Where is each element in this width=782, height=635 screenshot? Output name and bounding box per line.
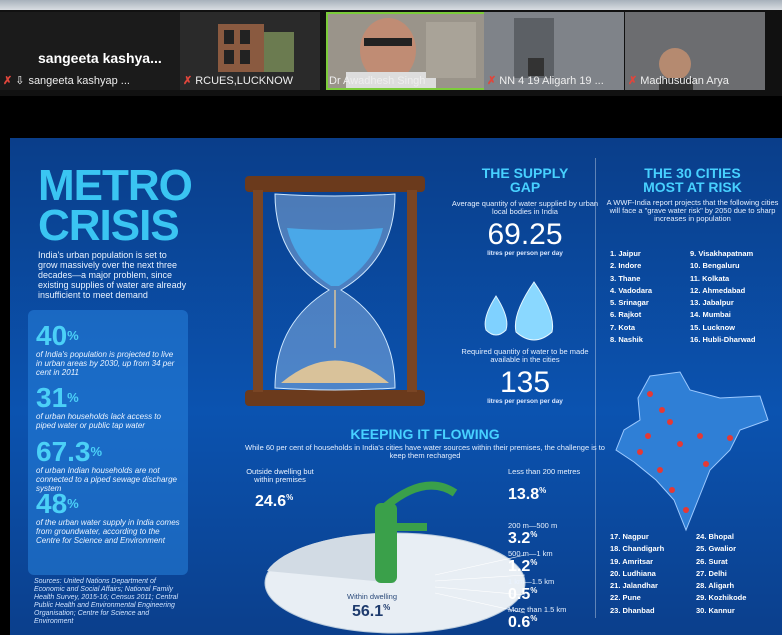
participant-name-label: Dr Awadhesh Singh <box>329 75 426 87</box>
distance-label: More than 1.5 km <box>508 605 567 614</box>
water-drops-icon <box>484 281 554 341</box>
muted-mic-icon: ✗ <box>3 75 13 87</box>
stats-panel: 40% of India's population is projected t… <box>28 310 188 575</box>
within-dwelling-value: 56.1% <box>352 603 391 620</box>
distance-value: 0.5% <box>508 586 538 603</box>
screen-share-gap <box>0 96 782 138</box>
distance-label: 1 km—1.5 km <box>508 577 555 586</box>
outside-dwelling-value: 24.6% <box>255 493 294 510</box>
required-quantity: Required quantity of water to be made av… <box>461 347 589 406</box>
cities-at-risk-section: THE 30 CITIES MOST AT RISK A WWF-India r… <box>606 165 779 223</box>
metro-crisis-column: METRO CRISIS India's urban population is… <box>10 138 193 635</box>
muted-mic-icon: ✗ <box>183 75 193 87</box>
stat-item: 40% of India's population is projected t… <box>36 320 175 378</box>
participant-tile-5[interactable]: ✗ Madhusudan Arya <box>625 12 765 90</box>
participant-name-label: ✗ NN 4 19 Aligarh 19 ... <box>487 75 604 87</box>
participant-tile-4[interactable]: ✗ NN 4 19 Aligarh 19 ... <box>484 12 624 90</box>
stat-item: 67.3% of urban Indian households are not… <box>36 436 177 494</box>
distance-value: 0.6% <box>508 614 538 631</box>
india-map <box>615 371 769 532</box>
slide-title: METRO CRISIS <box>38 161 193 250</box>
outside-dwelling-label: Outside dwelling but within premises <box>246 467 314 484</box>
distance-value: 1.2% <box>508 558 538 575</box>
city-list-b: 9. Visakhapatnam 10. Bengaluru 11. Kolkata… <box>690 249 756 345</box>
city-list-a: 1. Jaipur 2. Indore 3. Thane 4. Vadodara 5. … <box>610 249 653 345</box>
city-list-c: 17. Nagpur 18. Chandigarh 19. Amritsar 20. … <box>610 532 665 615</box>
supply-gap-section: THE SUPPLY GAP Average quantity of water… <box>451 165 599 257</box>
participant-name-label: ✗ ⇩ sangeeta kashyap ... <box>3 75 130 87</box>
distance-label: Less than 200 metres <box>508 467 581 476</box>
hourglass-illustration <box>245 176 425 406</box>
pin-icon: ⇩ <box>15 75 25 87</box>
city-list-d: 24. Bhopal 25. Gwalior 26. Surat 27. Delhi 2… <box>696 532 747 615</box>
intro-text: India's urban population is set to grow … <box>38 250 187 300</box>
participant-tile-3[interactable]: Dr Awadhesh Singh <box>326 12 486 90</box>
muted-mic-icon: ✗ <box>628 75 638 87</box>
sources-note: Sources: United Nations Department of Ec… <box>34 578 179 625</box>
stat-item: 31% of urban households lack access to p… <box>36 382 161 431</box>
window-top-bar <box>0 0 782 10</box>
participant-strip: sangeeta kashya... ✗ ⇩ sangeeta kashyap ..… <box>0 10 782 96</box>
section-divider <box>595 158 596 618</box>
participant-name-label: ✗ Madhusudan Arya <box>628 75 729 87</box>
within-dwelling-label: Within dwelling <box>346 592 398 601</box>
distance-value: 3.2% <box>508 530 538 547</box>
distance-label: 200 m—500 m <box>508 521 558 530</box>
shared-screen-slide: METRO CRISIS India's urban population is… <box>10 138 782 635</box>
keeping-it-flowing-section: KEEPING IT FLOWING While 60 per cent of … <box>245 426 605 460</box>
distance-value: 13.8% <box>508 486 547 503</box>
participant-name-label: ✗ RCUES,LUCKNOW <box>183 75 294 87</box>
participant-tile-1[interactable]: sangeeta kashya... ✗ ⇩ sangeeta kashyap ..… <box>0 12 205 90</box>
stat-item: 48% of the urban water supply in India c… <box>36 488 180 546</box>
muted-mic-icon: ✗ <box>487 75 497 87</box>
participant-big-name: sangeeta kashya... <box>38 50 162 66</box>
participant-tile-2[interactable]: ✗ RCUES,LUCKNOW <box>180 12 320 90</box>
distance-label: 500 m—1 km <box>508 549 553 558</box>
